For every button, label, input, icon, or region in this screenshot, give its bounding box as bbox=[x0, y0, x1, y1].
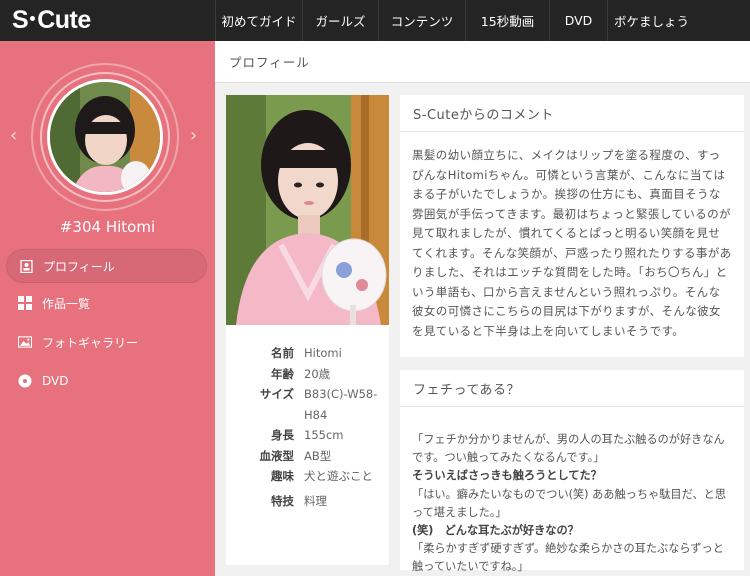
nav-dvd[interactable]: DVD bbox=[549, 0, 607, 41]
site-logo[interactable]: S Cute bbox=[0, 0, 215, 41]
spec-row-blood: 血液型 AB型 bbox=[226, 446, 389, 467]
nav-15sec-video[interactable]: 15秒動画 bbox=[465, 0, 549, 41]
spec-row-age: 年齢 20歳 bbox=[226, 364, 389, 385]
main-content: プロフィール 名前 Hitomi 年齢 20歳 サイズ B83(C)-W58-H… bbox=[215, 41, 750, 576]
spec-row-skill: 特技 料理 bbox=[226, 491, 389, 512]
nav-boke[interactable]: ボケましょう bbox=[607, 0, 695, 41]
logo-dot bbox=[30, 16, 36, 21]
spec-key: 名前 bbox=[271, 346, 294, 360]
fetish-title: フェチってある？ bbox=[400, 370, 744, 407]
sidebar-item-label: プロフィール bbox=[43, 259, 115, 274]
sidebar: ‹ › #304 Hitomi プロフィール 作品一覧 フォトギャラリー DVD bbox=[0, 41, 215, 576]
spec-key: 趣味 bbox=[271, 469, 294, 483]
fetish-answer: 「フェチか分かりませんが、男の人の耳たぶ触るのが好きなんです。つい触ってみたくな… bbox=[412, 433, 725, 465]
profile-icon bbox=[19, 259, 33, 273]
comment-card: S-Cuteからのコメント 黒髪の幼い顔立ちに、メイクはリップを塗る程度の、すっ… bbox=[400, 95, 744, 357]
spec-value: 犬と遊ぶこと bbox=[304, 469, 373, 483]
fetish-answer: 「柔らかすぎず硬すぎず。絶妙な柔らかさの耳たぶならずっと触っていたいですね。」 bbox=[412, 542, 724, 574]
spec-key: 年齢 bbox=[271, 366, 294, 381]
spec-list: 名前 Hitomi 年齢 20歳 サイズ B83(C)-W58-H84 身長 1… bbox=[226, 325, 389, 511]
breadcrumb: プロフィール bbox=[215, 41, 750, 83]
spec-key: 血液型 bbox=[259, 448, 295, 463]
spec-value: 20歳 bbox=[304, 366, 331, 381]
logo-s: S bbox=[12, 6, 29, 34]
photo-icon bbox=[18, 335, 32, 349]
nav-contents[interactable]: コンテンツ bbox=[378, 0, 465, 41]
logo-cute: Cute bbox=[37, 6, 91, 34]
disc-icon bbox=[18, 374, 32, 388]
sidebar-item-works[interactable]: 作品一覧 bbox=[0, 284, 215, 322]
nav-girls[interactable]: ガールズ bbox=[302, 0, 378, 41]
spec-value: AB型 bbox=[304, 448, 332, 463]
spec-value: Hitomi bbox=[304, 346, 342, 360]
sidebar-item-label: フォトギャラリー bbox=[42, 335, 139, 350]
grid-icon bbox=[18, 296, 32, 310]
sidebar-item-label: 作品一覧 bbox=[42, 296, 91, 311]
fetish-answer: 「はい。癖みたいなものでつい(笑) ああ触っちゃ駄目だ、と思って堪えました。」 bbox=[412, 487, 727, 519]
spec-row-size: サイズ B83(C)-W58-H84 bbox=[226, 384, 389, 425]
top-bar: S Cute 初めてガイド ガールズ コンテンツ 15秒動画 DVD ボケましょう bbox=[0, 0, 750, 41]
spec-key: 身長 bbox=[271, 428, 294, 442]
sidebar-item-profile[interactable]: プロフィール bbox=[6, 249, 207, 283]
profile-photo[interactable] bbox=[226, 95, 389, 325]
spec-value: 料理 bbox=[304, 493, 327, 508]
main-nav: 初めてガイド ガールズ コンテンツ 15秒動画 DVD ボケましょう bbox=[215, 0, 695, 41]
sidebar-item-dvd[interactable]: DVD bbox=[0, 362, 215, 400]
fetish-card: フェチってある？ 「フェチか分かりませんが、男の人の耳たぶ触るのが好きなんです。… bbox=[400, 370, 744, 573]
next-girl-arrow[interactable]: › bbox=[190, 125, 197, 146]
sidebar-item-gallery[interactable]: フォトギャラリー bbox=[0, 323, 215, 361]
profile-card: 名前 Hitomi 年齢 20歳 サイズ B83(C)-W58-H84 身長 1… bbox=[226, 95, 389, 565]
sidebar-item-label: DVD bbox=[42, 374, 69, 388]
side-menu: プロフィール 作品一覧 フォトギャラリー DVD bbox=[0, 249, 215, 401]
fetish-body: 「フェチか分かりませんが、男の人の耳たぶ触るのが好きなんです。つい触ってみたくな… bbox=[400, 407, 744, 576]
comment-title: S-Cuteからのコメント bbox=[400, 95, 744, 132]
spec-row-name: 名前 Hitomi bbox=[226, 343, 389, 364]
prev-girl-arrow[interactable]: ‹ bbox=[10, 125, 17, 146]
comment-body: 黒髪の幼い顔立ちに、メイクはリップを塗る程度の、すっぴんなHitomiちゃん。可… bbox=[412, 148, 732, 338]
spec-key: サイズ bbox=[259, 387, 294, 401]
fetish-question: (笑) どんな耳たぶが好きなの？ bbox=[412, 524, 579, 538]
spec-value: 155cm bbox=[304, 428, 344, 442]
spec-row-hobby: 趣味 犬と遊ぶこと bbox=[226, 466, 389, 487]
spec-value: B83(C)-W58-H84 bbox=[304, 387, 378, 422]
spec-row-height: 身長 155cm bbox=[226, 425, 389, 446]
spec-key: 特技 bbox=[271, 493, 294, 508]
nav-guide[interactable]: 初めてガイド bbox=[215, 0, 302, 41]
avatar[interactable] bbox=[47, 79, 163, 195]
profile-name: #304 Hitomi bbox=[59, 218, 156, 236]
fetish-question: そういえばさっきも触ろうとしてた？ bbox=[412, 469, 602, 483]
